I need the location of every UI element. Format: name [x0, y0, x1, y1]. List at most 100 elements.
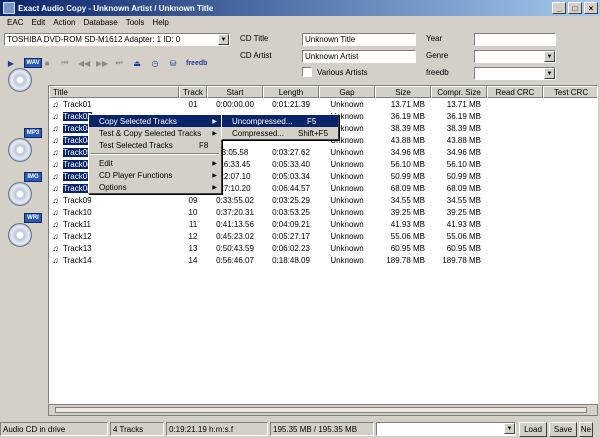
track-number: 12: [188, 231, 198, 241]
track-start: 0:50:43.59: [216, 243, 254, 253]
menu-copy-selected-tracks[interactable]: Copy Selected Tracks ▶: [89, 115, 221, 127]
clock-icon[interactable]: ◷: [150, 59, 160, 68]
menu-uncompressed-shortcut: F5: [307, 116, 317, 126]
track-test-crc: [543, 170, 597, 182]
various-artists-checkbox[interactable]: [302, 67, 312, 77]
freedb-category-select[interactable]: ▼: [474, 67, 556, 80]
table-row[interactable]: ♫ Track14 14 0:56:46.07 0:18:48.09 Unknown 189…: [49, 254, 597, 266]
track-number: 09: [188, 195, 198, 205]
track-start: 0:37:20.31: [216, 207, 254, 217]
year-input[interactable]: [474, 33, 556, 46]
column-size[interactable]: Size: [375, 86, 431, 98]
track-read-crc: [487, 254, 543, 266]
menu-eac[interactable]: EAC: [3, 18, 27, 27]
eject-icon[interactable]: ⏏: [132, 59, 142, 68]
close-button[interactable]: ×: [584, 2, 598, 14]
table-row[interactable]: ♫ Track13 13 0:50:43.59 0:06:02.23 Unknown 60.…: [49, 242, 597, 254]
cd-artist-input[interactable]: Unknown Artist: [302, 50, 416, 63]
track-size: 189.78 MB: [386, 255, 425, 265]
chevron-down-icon[interactable]: ▼: [504, 423, 515, 434]
column-test-crc[interactable]: Test CRC: [543, 86, 597, 98]
copy-mp3-button[interactable]: MP3: [6, 126, 44, 164]
menu-action[interactable]: Action: [49, 18, 79, 27]
submenu-arrow-icon: ▶: [212, 160, 217, 167]
cd-title-input[interactable]: Unknown Title: [302, 33, 416, 46]
minimize-button[interactable]: _: [552, 2, 566, 14]
column-read-crc[interactable]: Read CRC: [487, 86, 543, 98]
freedb-category-label: freedb: [426, 68, 449, 77]
column-length[interactable]: Length: [263, 86, 319, 98]
column-start[interactable]: Start: [207, 86, 263, 98]
save-button[interactable]: Save: [549, 421, 577, 437]
table-row[interactable]: ♫ Track11 11 0:41:13.56 0:04:09.21 Unknown 41.…: [49, 218, 597, 230]
track-gap: Unknown: [330, 255, 364, 265]
chevron-down-icon[interactable]: ▼: [544, 68, 555, 79]
previous-track-icon[interactable]: ⏮: [60, 58, 70, 68]
menu-options-label: Options: [99, 182, 127, 192]
track-size: 41.93 MB: [390, 219, 425, 229]
track-read-crc: [487, 182, 543, 194]
music-note-icon: ♫: [52, 99, 59, 109]
track-read-crc: [487, 206, 543, 218]
track-read-crc: [487, 158, 543, 170]
menu-cd-player-functions[interactable]: CD Player Functions ▶: [89, 169, 221, 181]
menu-edit-sub[interactable]: Edit ▶: [89, 157, 221, 169]
fast-forward-icon[interactable]: ▶▶: [96, 59, 108, 68]
load-button[interactable]: Load: [519, 421, 547, 437]
track-title-text: Track11: [63, 219, 92, 229]
copy-image-button[interactable]: IMG: [6, 170, 44, 208]
track-number: 14: [188, 255, 198, 265]
track-size: 34.55 MB: [390, 195, 425, 205]
menu-uncompressed[interactable]: Uncompressed... F5: [222, 115, 338, 127]
cd-artist-label: CD Artist: [240, 51, 272, 60]
track-size: 50.99 MB: [390, 171, 425, 181]
track-number: 11: [188, 219, 198, 229]
menu-test-copy-selected-tracks[interactable]: Test & Copy Selected Tracks ▶: [89, 127, 221, 139]
freedb-button[interactable]: freedb: [186, 60, 207, 67]
track-read-crc: [487, 98, 543, 110]
menu-options[interactable]: Options ▶: [89, 181, 221, 193]
table-row[interactable]: ♫ Track12 12 0:45:23.02 0:05:27.17 Unknown 55.…: [49, 230, 597, 242]
menu-help[interactable]: Help: [148, 18, 172, 27]
track-size: 60.95 MB: [390, 243, 425, 253]
maximize-button[interactable]: □: [568, 2, 582, 14]
status-profile-select[interactable]: ▼: [376, 422, 516, 436]
track-read-crc: [487, 218, 543, 230]
column-gap[interactable]: Gap: [319, 86, 375, 98]
column-track[interactable]: Track: [179, 86, 207, 98]
window-title: Exact Audio Copy - Unknown Artist / Unkn…: [18, 3, 214, 13]
menu-database[interactable]: Database: [79, 18, 121, 27]
track-gap: Unknown: [330, 99, 364, 109]
new-button[interactable]: Ne: [579, 421, 593, 437]
database-icon[interactable]: ⛁: [168, 59, 178, 68]
next-track-icon[interactable]: ⏭: [114, 58, 124, 68]
track-read-crc: [487, 230, 543, 242]
track-title: ♫ Track13: [49, 242, 179, 254]
genre-select[interactable]: ▼: [474, 50, 556, 63]
table-row[interactable]: ♫ Track09 09 0:33:55.02 0:03:25.29 Unknown 34.…: [49, 194, 597, 206]
chevron-down-icon[interactable]: ▼: [544, 51, 555, 62]
copy-wav-button[interactable]: WAV: [6, 56, 44, 94]
horizontal-scrollbar[interactable]: [48, 404, 598, 416]
column-title[interactable]: Title: [49, 86, 179, 98]
track-start: 0:45:23.02: [216, 231, 254, 241]
menu-compressed[interactable]: Compressed... Shift+F5: [222, 127, 338, 139]
track-compr-size: 39.25 MB: [446, 207, 481, 217]
write-cd-button[interactable]: WRI: [6, 211, 44, 249]
chevron-down-icon[interactable]: ▼: [218, 34, 229, 45]
column-compr-size[interactable]: Compr. Size: [431, 86, 487, 98]
track-compr-size: 36.19 MB: [446, 111, 481, 121]
table-row[interactable]: ♫ Track01 01 0:00:00.00 0:01:21.39 Unknown 13.…: [49, 98, 597, 110]
menu-tools[interactable]: Tools: [122, 18, 149, 27]
track-start: 0:41:13.56: [216, 219, 254, 229]
status-total-time: 0:19:21.19 h:m:s.f: [166, 422, 268, 436]
table-row[interactable]: ♫ Track10 10 0:37:20.31 0:03:53.25 Unknown 39.…: [49, 206, 597, 218]
menu-edit[interactable]: Edit: [27, 18, 49, 27]
menu-test-selected-tracks[interactable]: Test Selected Tracks F8: [89, 139, 221, 151]
cd-disc-icon: [8, 223, 32, 247]
drive-select[interactable]: TOSHIBA DVD-ROM SD-M1612 Adapter: 1 ID: …: [4, 33, 230, 46]
track-gap: Unknown: [330, 159, 364, 169]
rewind-icon[interactable]: ◀◀: [78, 59, 90, 68]
submenu-arrow-icon: ▶: [212, 172, 217, 179]
scrollbar-thumb[interactable]: [55, 407, 587, 413]
